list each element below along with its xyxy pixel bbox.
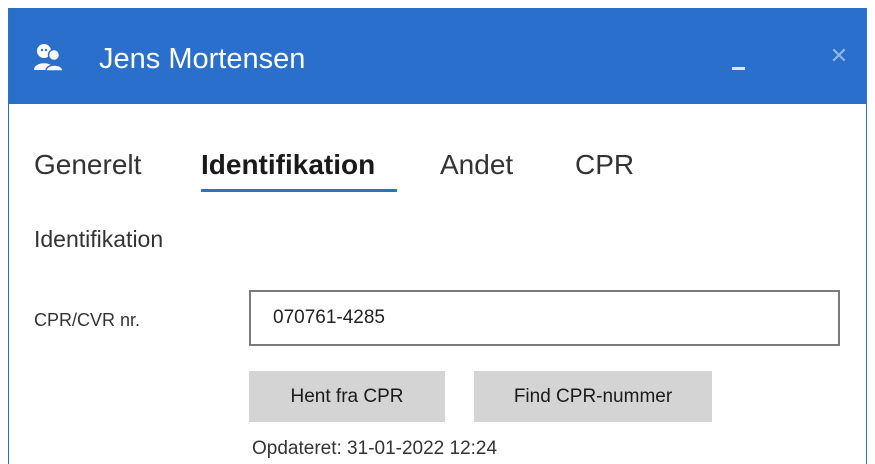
title-bar[interactable]: Jens Mortensen ✕ <box>9 8 866 104</box>
dialog-window: Jens Mortensen ✕ Generelt Identifikation… <box>8 8 867 464</box>
tab-generelt[interactable]: Generelt <box>34 145 141 185</box>
window-title: Jens Mortensen <box>99 43 306 75</box>
section-title: Identifikation <box>34 226 164 252</box>
close-button[interactable]: ✕ <box>827 44 851 68</box>
cpr-field-label: CPR/CVR nr. <box>34 310 141 330</box>
tab-identifikation[interactable]: Identifikation <box>201 145 375 185</box>
close-icon: ✕ <box>829 43 849 68</box>
minimize-button[interactable] <box>729 58 749 74</box>
active-tab-indicator <box>201 189 397 192</box>
tab-cpr[interactable]: CPR <box>575 145 634 185</box>
find-cpr-nummer-button[interactable]: Find CPR-nummer <box>474 371 712 422</box>
tab-andet[interactable]: Andet <box>440 145 513 185</box>
users-icon <box>34 44 64 72</box>
updated-timestamp: Opdateret: 31-01-2022 12:24 <box>252 438 498 459</box>
hent-fra-cpr-button[interactable]: Hent fra CPR <box>249 371 445 422</box>
minimize-icon <box>732 67 745 70</box>
cpr-input[interactable] <box>249 290 840 346</box>
